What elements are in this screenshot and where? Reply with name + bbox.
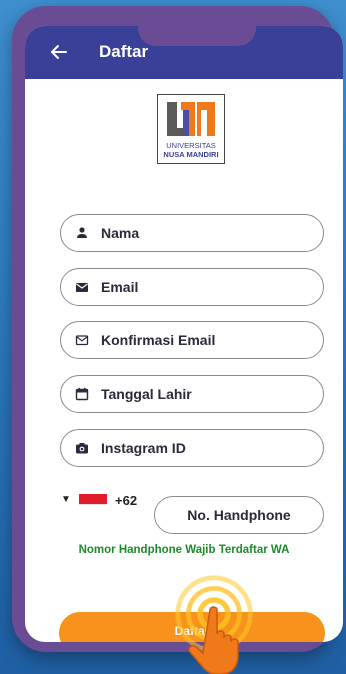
app-screen: Daftar UNIVERSITAS NUSA MANDIRI Nama Ema… [25, 26, 343, 642]
hand-pointer-icon [188, 606, 239, 674]
confirm-email-field[interactable]: Konfirmasi Email [60, 321, 324, 359]
email-field[interactable]: Email [60, 268, 324, 306]
name-field[interactable]: Nama [60, 214, 324, 252]
person-icon [77, 227, 87, 238]
envelope-outline-icon [75, 335, 89, 346]
page-title: Daftar [99, 42, 149, 61]
phone-label: No. Handphone [187, 507, 291, 523]
country-code: +62 [115, 493, 138, 508]
camera-icon [76, 443, 88, 454]
instagram-label: Instagram ID [101, 440, 186, 456]
logo-text-1: UNIVERSITAS [166, 141, 215, 150]
envelope-filled-icon [76, 283, 88, 292]
phone-number-field[interactable]: No. Handphone [154, 496, 324, 534]
arrow-left-icon [51, 45, 67, 59]
birthdate-label: Tanggal Lahir [101, 386, 192, 402]
confirm-email-label: Konfirmasi Email [101, 332, 216, 348]
indonesia-flag-icon [79, 494, 107, 505]
birthdate-field[interactable]: Tanggal Lahir [60, 375, 324, 413]
logo-text-2: NUSA MANDIRI [163, 150, 218, 159]
caret-down-icon: ▼ [61, 494, 71, 505]
country-code-selector[interactable]: ▼ +62 [61, 492, 151, 512]
whatsapp-note: Nomor Handphone Wajib Terdaftar WA [78, 544, 290, 556]
phone-frame: Daftar UNIVERSITAS NUSA MANDIRI Nama Ema… [12, 6, 343, 652]
university-logo: UNIVERSITAS NUSA MANDIRI [157, 94, 225, 164]
phone-notch [138, 22, 256, 46]
name-label: Nama [101, 225, 140, 241]
email-label: Email [101, 279, 139, 295]
calendar-icon [75, 387, 89, 401]
back-button[interactable] [47, 40, 71, 64]
instagram-field[interactable]: Instagram ID [60, 429, 324, 467]
